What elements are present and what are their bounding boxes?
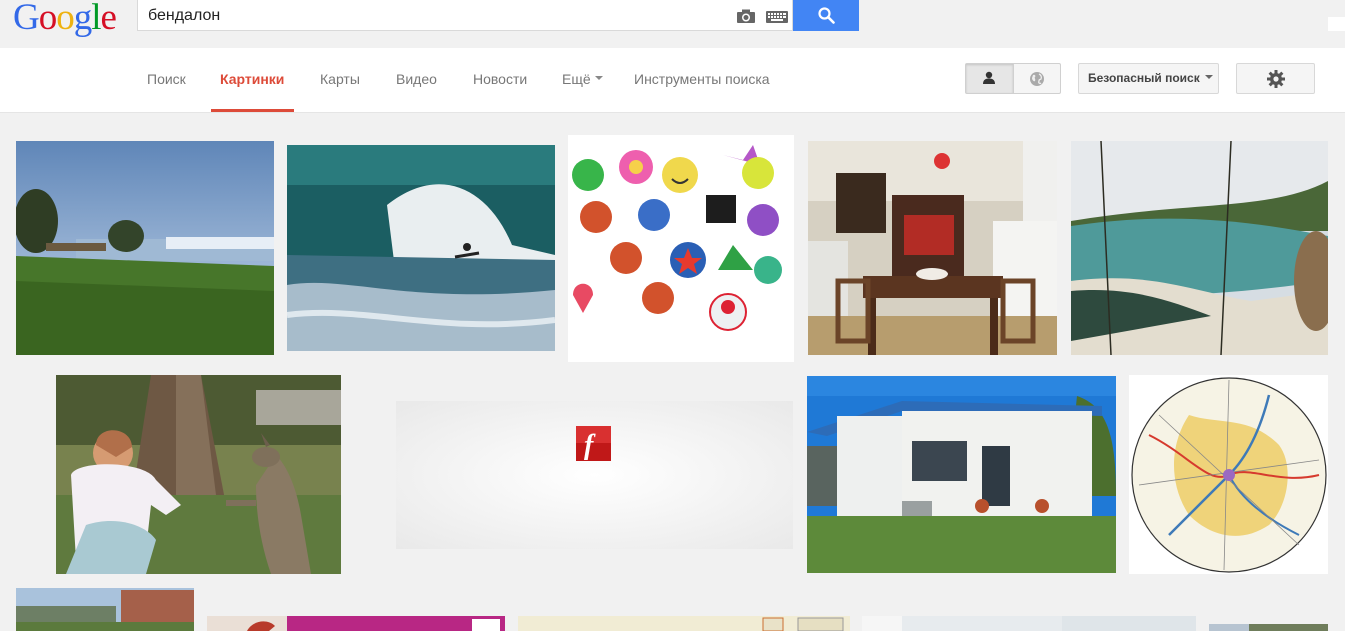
logo-letter: G — [13, 0, 40, 38]
round-road-map-image[interactable] — [1129, 375, 1328, 574]
wedding-card-image[interactable] — [518, 616, 850, 631]
logo-letter: o — [56, 0, 74, 38]
coastal-cove-image[interactable] — [1071, 141, 1328, 355]
tab-more[interactable]: Ещё — [562, 71, 603, 87]
person-icon — [983, 71, 995, 84]
logo-letter: e — [100, 0, 117, 38]
tab-images[interactable]: Картинки — [220, 71, 284, 87]
tab-more-label: Ещё — [562, 71, 591, 87]
globe-icon — [1030, 72, 1044, 86]
kitchen-dining-room-image[interactable] — [808, 141, 1057, 355]
girl-feeding-kangaroo-image[interactable] — [56, 375, 341, 574]
search-input[interactable] — [146, 3, 730, 29]
safe-search-dropdown[interactable]: Безопасный поиск — [1078, 63, 1219, 94]
white-cottage-image[interactable] — [807, 376, 1116, 573]
tree-photo-image[interactable] — [1209, 624, 1328, 631]
tab-news[interactable]: Новости — [473, 71, 527, 87]
top-bar: Google — [0, 0, 1345, 48]
magnifier-icon — [818, 7, 835, 24]
search-nav-bar: Поиск Картинки Карты Видео Новости Ещё И… — [0, 48, 1345, 113]
logo-letter: o — [38, 0, 57, 38]
search-button[interactable] — [793, 0, 859, 31]
brick-building-image[interactable] — [16, 588, 194, 631]
flash-player-placeholder-image[interactable]: f — [396, 401, 793, 549]
tab-search[interactable]: Поиск — [147, 71, 186, 87]
scroll-corner — [1328, 17, 1345, 31]
interior-room-image[interactable] — [862, 616, 1196, 631]
rubber-bracelet-charms-image[interactable] — [568, 135, 794, 362]
search-box — [137, 0, 793, 31]
gear-icon — [1267, 70, 1285, 88]
keyboard-icon[interactable] — [766, 10, 788, 23]
surfing-wave-image[interactable] — [287, 145, 555, 351]
logo-letter: g — [73, 0, 92, 38]
pink-banner-image[interactable] — [207, 616, 505, 631]
chevron-down-icon — [594, 76, 603, 81]
global-results-button[interactable] — [1014, 64, 1060, 93]
logo-letter: l — [91, 0, 101, 38]
active-tab-indicator — [211, 109, 294, 112]
tab-search-tools[interactable]: Инструменты поиска — [634, 71, 770, 87]
camera-icon[interactable] — [736, 9, 756, 23]
settings-button[interactable] — [1236, 63, 1315, 94]
personal-results-button[interactable] — [966, 64, 1014, 93]
beach-park-image[interactable] — [16, 141, 274, 355]
chevron-down-icon — [1204, 74, 1213, 79]
results-personalization-toggle — [965, 63, 1061, 94]
tab-video[interactable]: Видео — [396, 71, 437, 87]
google-logo[interactable]: Google — [13, 0, 117, 40]
tab-maps[interactable]: Карты — [320, 71, 360, 87]
safe-search-label: Безопасный поиск — [1088, 71, 1200, 85]
